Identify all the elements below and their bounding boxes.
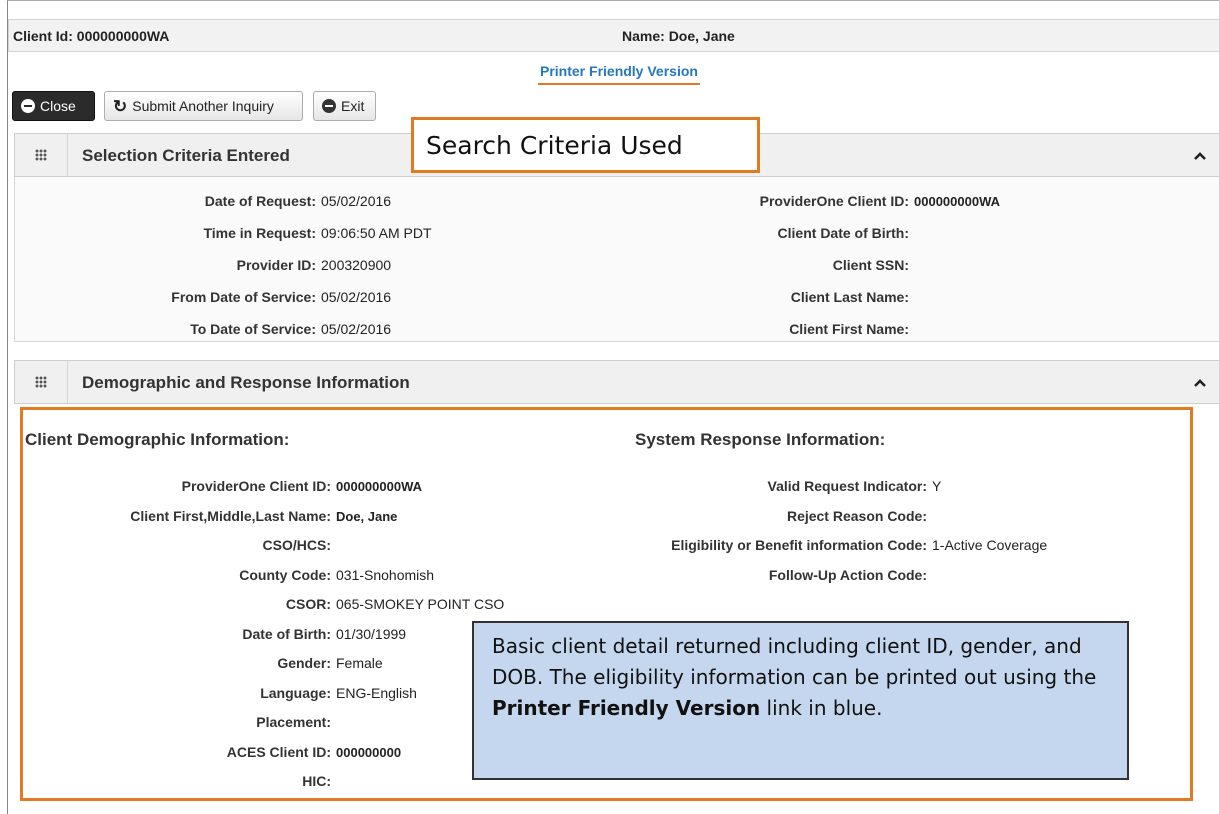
field-value: 01/30/1999 <box>336 625 407 642</box>
exit-button-label: Exit <box>341 98 365 114</box>
field-value: ENG-English <box>336 684 417 701</box>
close-button[interactable]: Close <box>12 91 95 121</box>
field-label: Follow-Up Action Code: <box>768 566 927 583</box>
field-label: Language: <box>260 684 331 701</box>
client-id-label: Client Id: 000000000WA <box>13 28 170 44</box>
header-divider <box>67 361 68 403</box>
field-row: Language: ENG-English <box>0 685 417 701</box>
grid-icon <box>35 149 47 161</box>
field-label: Eligibility or Benefit information Code: <box>671 537 927 553</box>
field-label: Client Last Name: <box>790 289 909 305</box>
field-value: 065-SMOKEY POINT CSO <box>336 596 505 612</box>
field-label: Placement: <box>256 714 331 730</box>
system-response-heading: System Response Information: <box>635 430 886 449</box>
chevron-up-icon[interactable] <box>1193 149 1207 163</box>
field-row: Client SSN: <box>0 257 1219 273</box>
demographic-header[interactable]: Demographic and Response Information <box>14 360 1219 404</box>
close-icon <box>21 99 35 113</box>
info-callout: Basic client detail returned including c… <box>472 621 1129 780</box>
field-label: Client First Name: <box>789 321 909 337</box>
field-row: Valid Request Indicator: Y <box>0 478 1219 494</box>
selection-criteria-title: Selection Criteria Entered <box>82 146 290 165</box>
field-row: HIC: <box>0 773 336 789</box>
field-row: Placement: <box>0 714 336 730</box>
field-value: 000000000 <box>336 744 402 760</box>
demographic-title: Demographic and Response Information <box>82 373 410 392</box>
client-name-value: Doe, Jane <box>668 28 735 44</box>
client-name-label: Name: Doe, Jane <box>622 28 735 44</box>
field-label: Client SSN: <box>832 257 909 273</box>
field-label: Reject Reason Code: <box>786 507 927 524</box>
submit-another-inquiry-button[interactable]: ↻ Submit Another Inquiry <box>104 91 303 121</box>
field-label: Client Date of Birth: <box>777 225 909 241</box>
field-label: Gender: <box>277 655 331 671</box>
field-label: Valid Request Indicator: <box>767 478 927 494</box>
field-row: Client Last Name: <box>0 289 1219 305</box>
client-info-bar: Client Id: 000000000WA Name: Doe, Jane <box>8 19 1219 52</box>
submit-button-label: Submit Another Inquiry <box>132 98 274 114</box>
field-row: Gender: Female <box>0 655 383 671</box>
field-row: Reject Reason Code: <box>0 508 1219 524</box>
field-label: Date of Birth: <box>242 625 331 642</box>
field-row: Client First Name: <box>0 321 1219 337</box>
field-label: CSOR: <box>285 596 331 612</box>
exit-icon <box>322 99 336 113</box>
info-callout-emphasis: Printer Friendly Version <box>492 696 761 720</box>
field-value: 1-Active Coverage <box>932 537 1048 553</box>
exit-button[interactable]: Exit <box>313 91 376 121</box>
field-label: ProviderOne Client ID: <box>759 193 909 209</box>
field-row: Eligibility or Benefit information Code:… <box>0 537 1219 553</box>
printer-friendly-link[interactable]: Printer Friendly Version <box>538 63 700 85</box>
close-button-label: Close <box>40 98 76 114</box>
field-label: ACES Client ID: <box>226 743 331 760</box>
grid-icon <box>35 376 47 388</box>
field-row: Follow-Up Action Code: <box>0 567 1219 583</box>
field-row: Date of Birth: 01/30/1999 <box>0 626 406 642</box>
field-row: Client Date of Birth: <box>0 225 1219 241</box>
field-row: CSOR: 065-SMOKEY POINT CSO <box>0 596 504 612</box>
field-value: Y <box>932 478 942 494</box>
client-demographic-heading: Client Demographic Information: <box>25 430 290 449</box>
refresh-icon: ↻ <box>113 96 128 116</box>
field-label: HIC: <box>302 773 331 789</box>
client-id-value: 000000000WA <box>76 28 170 44</box>
search-criteria-callout: Search Criteria Used <box>411 117 760 173</box>
field-value: Female <box>336 655 383 671</box>
chevron-up-icon[interactable] <box>1193 376 1207 390</box>
field-row: ProviderOne Client ID: 000000000WA <box>0 193 1219 209</box>
header-divider <box>67 134 68 176</box>
field-value: 000000000WA <box>914 194 1001 209</box>
field-row: ACES Client ID: 000000000 <box>0 744 401 760</box>
